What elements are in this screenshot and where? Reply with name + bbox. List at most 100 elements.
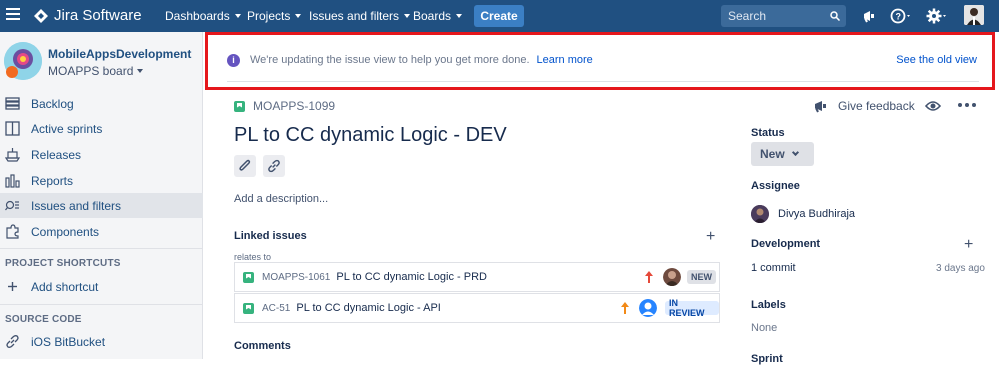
chevron-down-icon	[137, 69, 144, 73]
labels-label: Labels	[751, 299, 786, 311]
assignee-avatar-icon	[751, 205, 769, 223]
sidebar-divider	[0, 248, 202, 249]
status-label: Status	[751, 127, 785, 139]
linked-issue-summary[interactable]: PL to CC dynamic Logic - PRD	[336, 271, 487, 283]
menu-icon[interactable]	[6, 8, 20, 22]
help-icon[interactable]: ?	[890, 8, 912, 24]
megaphone-icon	[815, 101, 826, 113]
banner-content: i We're updating the issue view to help …	[227, 50, 977, 70]
assignee-label: Assignee	[751, 180, 800, 192]
description-field[interactable]: Add a description...	[234, 193, 328, 205]
user-avatar[interactable]	[964, 5, 984, 25]
development-label: Development	[751, 238, 821, 250]
board-icon	[5, 121, 20, 136]
see-old-view-link[interactable]: See the old view	[896, 54, 977, 66]
svg-text:?: ?	[896, 12, 902, 22]
banner-message: We're updating the issue view to help yo…	[250, 54, 530, 66]
nav-projects[interactable]: Projects	[247, 9, 302, 23]
project-name[interactable]: MobileAppsDevelopment	[48, 47, 191, 61]
link-icon	[6, 335, 19, 348]
shortcuts-heading: PROJECT SHORTCUTS	[5, 258, 121, 269]
status-lozenge: IN REVIEW	[665, 298, 719, 318]
filter-icon	[5, 200, 19, 211]
comments-heading: Comments	[234, 340, 291, 352]
story-icon	[243, 302, 254, 314]
backlog-icon	[5, 97, 20, 110]
commit-time: 3 days ago	[936, 263, 985, 274]
assignee-field[interactable]: Divya Budhiraja	[751, 205, 855, 223]
plus-icon	[8, 282, 17, 291]
sidebar-item-releases[interactable]: Releases	[0, 142, 203, 167]
linked-issue-key[interactable]: MOAPPS-1061	[262, 272, 330, 283]
puzzle-icon	[6, 224, 19, 239]
story-icon	[234, 100, 245, 112]
nav-dashboards[interactable]: Dashboards	[165, 9, 241, 23]
gear-icon[interactable]	[926, 8, 948, 24]
learn-more-link[interactable]: Learn more	[537, 54, 593, 66]
sidebar-item-active-sprints[interactable]: Active sprints	[0, 116, 203, 141]
story-icon	[243, 271, 254, 283]
watch-eye-icon[interactable]	[925, 99, 941, 113]
nav-issues-label: Issues and filters	[309, 9, 400, 23]
nav-issues-filters[interactable]: Issues and filters	[309, 9, 411, 23]
add-shortcut-button[interactable]: Add shortcut	[0, 274, 203, 299]
add-link-plus-icon[interactable]: +	[706, 229, 715, 245]
board-selector[interactable]: MOAPPS board	[48, 64, 144, 78]
ship-icon	[5, 148, 20, 162]
top-navigation-bar: Jira Software Dashboards Projects Issues…	[0, 0, 999, 32]
issue-title[interactable]: PL to CC dynamic Logic - DEV	[234, 124, 507, 147]
dot-icon	[972, 103, 976, 107]
add-development-plus-icon[interactable]: +	[964, 237, 973, 253]
paperclip-icon	[239, 159, 251, 171]
linked-issue-key[interactable]: AC-51	[262, 303, 290, 314]
status-lozenge: NEW	[687, 270, 716, 284]
more-actions-button[interactable]	[958, 103, 976, 107]
sidebar-item-label: Issues and filters	[31, 198, 122, 213]
issue-view-banner: i We're updating the issue view to help …	[205, 32, 995, 90]
default-avatar-icon	[639, 299, 657, 317]
sidebar-item-reports[interactable]: Reports	[0, 168, 203, 193]
project-sidebar: MobileAppsDevelopment MOAPPS board Backl…	[0, 32, 203, 359]
labels-value[interactable]: None	[751, 322, 777, 334]
sidebar-item-ios-bitbucket[interactable]: iOS BitBucket	[0, 329, 203, 354]
sprint-label: Sprint	[751, 353, 783, 365]
search-input[interactable]: Search	[721, 5, 846, 27]
jira-logo[interactable]: Jira Software	[34, 7, 142, 24]
sidebar-item-label: Active sprints	[31, 121, 103, 136]
linked-issue-row[interactable]: MOAPPS-1061 PL to CC dynamic Logic - PRD…	[234, 262, 720, 292]
megaphone-icon[interactable]	[862, 8, 878, 24]
linked-issue-summary[interactable]: PL to CC dynamic Logic - API	[296, 302, 441, 314]
attach-button[interactable]	[234, 155, 256, 177]
sidebar-item-label: Backlog	[31, 96, 74, 111]
nav-dashboards-label: Dashboards	[165, 9, 230, 23]
give-feedback-button[interactable]: Give feedback	[814, 99, 915, 113]
add-shortcut-label: Add shortcut	[31, 279, 99, 294]
project-avatar[interactable]	[4, 42, 42, 80]
linked-issue-row[interactable]: AC-51 PL to CC dynamic Logic - API IN RE…	[234, 293, 720, 323]
chevron-down-icon	[791, 148, 799, 157]
status-dropdown[interactable]: New	[751, 142, 814, 166]
source-heading: SOURCE CODE	[5, 314, 82, 325]
nav-projects-label: Projects	[247, 9, 291, 23]
sidebar-divider	[0, 304, 202, 305]
commit-link[interactable]: 1 commit	[751, 262, 796, 274]
issue-key-breadcrumb[interactable]: MOAPPS-1099	[234, 99, 335, 113]
nav-boards[interactable]: Boards	[413, 9, 463, 23]
sidebar-item-issues-filters[interactable]: Issues and filters	[0, 193, 203, 218]
project-avatar-icon	[4, 42, 42, 80]
link-issue-button[interactable]	[263, 155, 285, 177]
nav-boards-label: Boards	[413, 9, 452, 23]
sidebar-item-label: Releases	[31, 147, 82, 162]
sidebar-item-label: Reports	[31, 173, 74, 188]
jira-logo-icon	[34, 8, 48, 23]
sidebar-item-backlog[interactable]: Backlog	[0, 91, 203, 116]
sidebar-item-label: Components	[31, 224, 100, 239]
priority-high-arrow-icon	[645, 271, 653, 283]
chart-icon	[5, 174, 20, 188]
linked-issues-heading: Linked issues	[234, 230, 307, 242]
create-button[interactable]: Create	[474, 5, 524, 27]
chevron-down-icon	[404, 14, 411, 18]
chevron-down-icon	[295, 14, 302, 18]
banner-divider	[227, 81, 979, 82]
sidebar-item-components[interactable]: Components	[0, 219, 203, 244]
